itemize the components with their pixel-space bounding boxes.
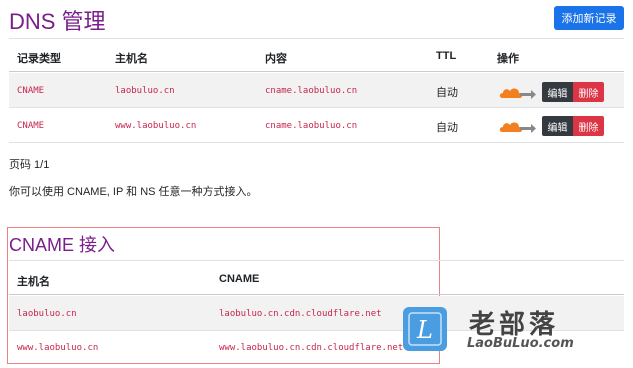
column-header-host: 主机名 <box>115 53 148 65</box>
divider <box>9 294 624 295</box>
cloud-proxy-toggle-icon[interactable] <box>498 84 538 100</box>
divider <box>9 260 624 261</box>
edit-button[interactable]: 编辑 <box>542 82 573 102</box>
watermark-domain: LaoBuLuo.com <box>467 336 574 351</box>
cloud-proxy-toggle-icon[interactable] <box>498 118 538 134</box>
pagination-text: 页码 1/1 <box>9 159 50 171</box>
divider <box>9 71 624 72</box>
column-header-ttl: TTL <box>436 50 457 62</box>
record-type: CNAME <box>17 86 45 96</box>
cname-host: laobuluo.cn <box>17 309 77 319</box>
add-record-button[interactable]: 添加新记录 <box>554 6 624 30</box>
divider <box>9 107 624 108</box>
column-header-actions: 操作 <box>497 53 519 65</box>
record-host: laobuluo.cn <box>115 86 175 96</box>
watermark-logo-letter: L <box>416 316 433 344</box>
watermark-logo-icon: L <box>403 307 447 351</box>
record-content: cname.laobuluo.cn <box>265 121 358 131</box>
column-header-host: 主机名 <box>17 276 50 288</box>
record-type: CNAME <box>17 121 45 131</box>
record-ttl: 自动 <box>436 122 458 134</box>
divider <box>9 38 624 39</box>
watermark: L 老部落 LaoBuLuo.com <box>403 302 623 362</box>
divider <box>9 142 624 143</box>
cname-host: www.laobuluo.cn <box>17 343 99 353</box>
page-title: DNS 管理 <box>9 9 106 34</box>
delete-button[interactable]: 删除 <box>573 116 604 136</box>
cname-section-title: CNAME 接入 <box>9 235 116 255</box>
cname-target: www.laobuluo.cn.cdn.cloudflare.net <box>219 343 404 353</box>
column-header-type: 记录类型 <box>17 53 61 65</box>
delete-button[interactable]: 删除 <box>573 82 604 102</box>
record-host: www.laobuluo.cn <box>115 121 197 131</box>
edit-button[interactable]: 编辑 <box>542 116 573 136</box>
record-ttl: 自动 <box>436 87 458 99</box>
access-note: 你可以使用 CNAME, IP 和 NS 任意一种方式接入。 <box>9 186 258 198</box>
column-header-content: 内容 <box>265 53 287 65</box>
record-content: cname.laobuluo.cn <box>265 86 358 96</box>
column-header-cname: CNAME <box>219 273 260 285</box>
cname-target: laobuluo.cn.cdn.cloudflare.net <box>219 309 382 319</box>
